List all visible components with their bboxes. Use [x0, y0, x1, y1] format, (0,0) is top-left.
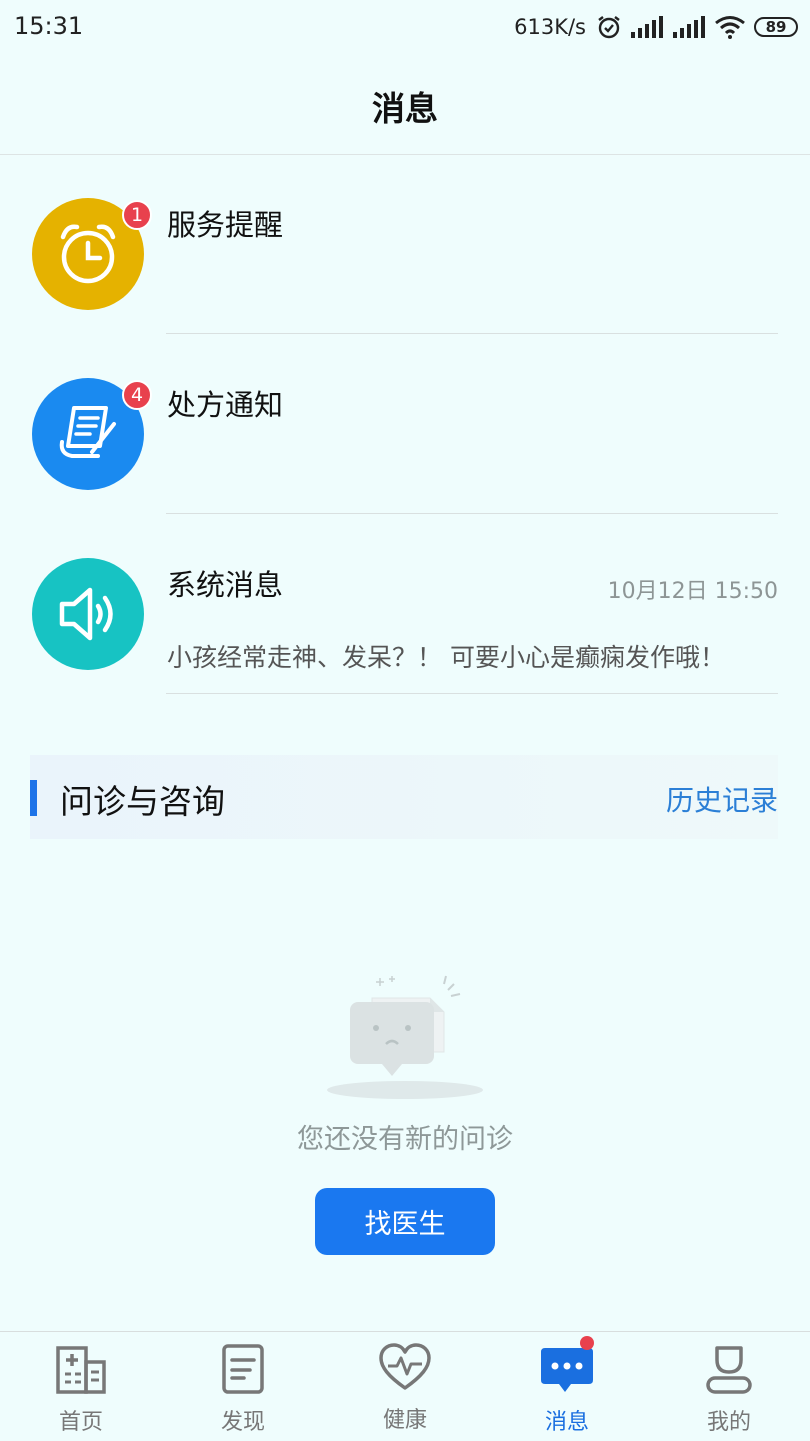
consult-section-header: 问诊与咨询 历史记录: [30, 755, 778, 839]
tab-label: 我的: [706, 1410, 751, 1435]
signal-icon: [631, 16, 663, 38]
header: 消息: [0, 54, 810, 155]
status-time: 15:31: [14, 12, 84, 40]
tab-health[interactable]: 健康: [324, 1332, 486, 1441]
chat-bubble-icon: [541, 1348, 593, 1392]
network-speed: 613K/s: [514, 15, 586, 39]
new-message-dot: [580, 1336, 594, 1350]
message-time: 10月12日 15:50: [607, 579, 778, 604]
person-icon: [706, 1346, 752, 1394]
message-item-service-reminder[interactable]: 服务提醒: [0, 154, 810, 334]
battery-indicator: 89: [754, 17, 798, 37]
message-preview: 小孩经常走神、发呆？！ 可要小心是癫痫发作哦！: [167, 643, 725, 672]
tab-label: 消息: [544, 1410, 589, 1435]
tab-label: 发现: [220, 1410, 265, 1435]
empty-state-text: 您还没有新的问诊: [297, 1124, 513, 1155]
empty-chat-illustration-icon: [327, 975, 483, 1099]
document-icon: [222, 1344, 264, 1394]
signal-icon-2: [673, 16, 705, 38]
hospital-icon: [56, 1346, 106, 1394]
wifi-icon: [715, 16, 745, 39]
message-item-system[interactable]: 系统消息 10月12日 15:50 小孩经常走神、发呆？！ 可要小心是癫痫发作哦…: [0, 514, 810, 694]
message-title: 处方通知: [167, 388, 284, 422]
section-title: 问诊与咨询: [60, 782, 225, 821]
history-link[interactable]: 历史记录: [666, 779, 778, 819]
alarm-status-icon: [598, 16, 620, 39]
page-title: 消息: [372, 89, 438, 128]
unread-badge: 4: [122, 380, 152, 410]
section-accent-bar: [30, 780, 37, 816]
message-title: 系统消息: [167, 568, 284, 602]
tab-discover[interactable]: 发现: [162, 1332, 324, 1441]
tab-label: 首页: [58, 1410, 103, 1435]
message-title: 服务提醒: [167, 208, 284, 242]
divider: [166, 693, 778, 694]
tab-home[interactable]: 首页: [0, 1332, 162, 1441]
tab-label: 健康: [382, 1408, 427, 1433]
status-indicators: 613K/s 89: [514, 10, 798, 44]
status-bar: 15:31 613K/s 89: [0, 0, 810, 54]
find-doctor-button[interactable]: 找医生: [315, 1188, 495, 1255]
tab-profile[interactable]: 我的: [648, 1332, 810, 1441]
unread-badge: 1: [122, 200, 152, 230]
bottom-tab-bar: 首页 发现 健康 消息 我的: [0, 1331, 810, 1441]
speaker-icon: [32, 558, 144, 670]
heart-pulse-icon: [379, 1343, 431, 1390]
tab-messages[interactable]: 消息: [486, 1332, 648, 1441]
message-item-prescription[interactable]: 处方通知: [0, 334, 810, 514]
